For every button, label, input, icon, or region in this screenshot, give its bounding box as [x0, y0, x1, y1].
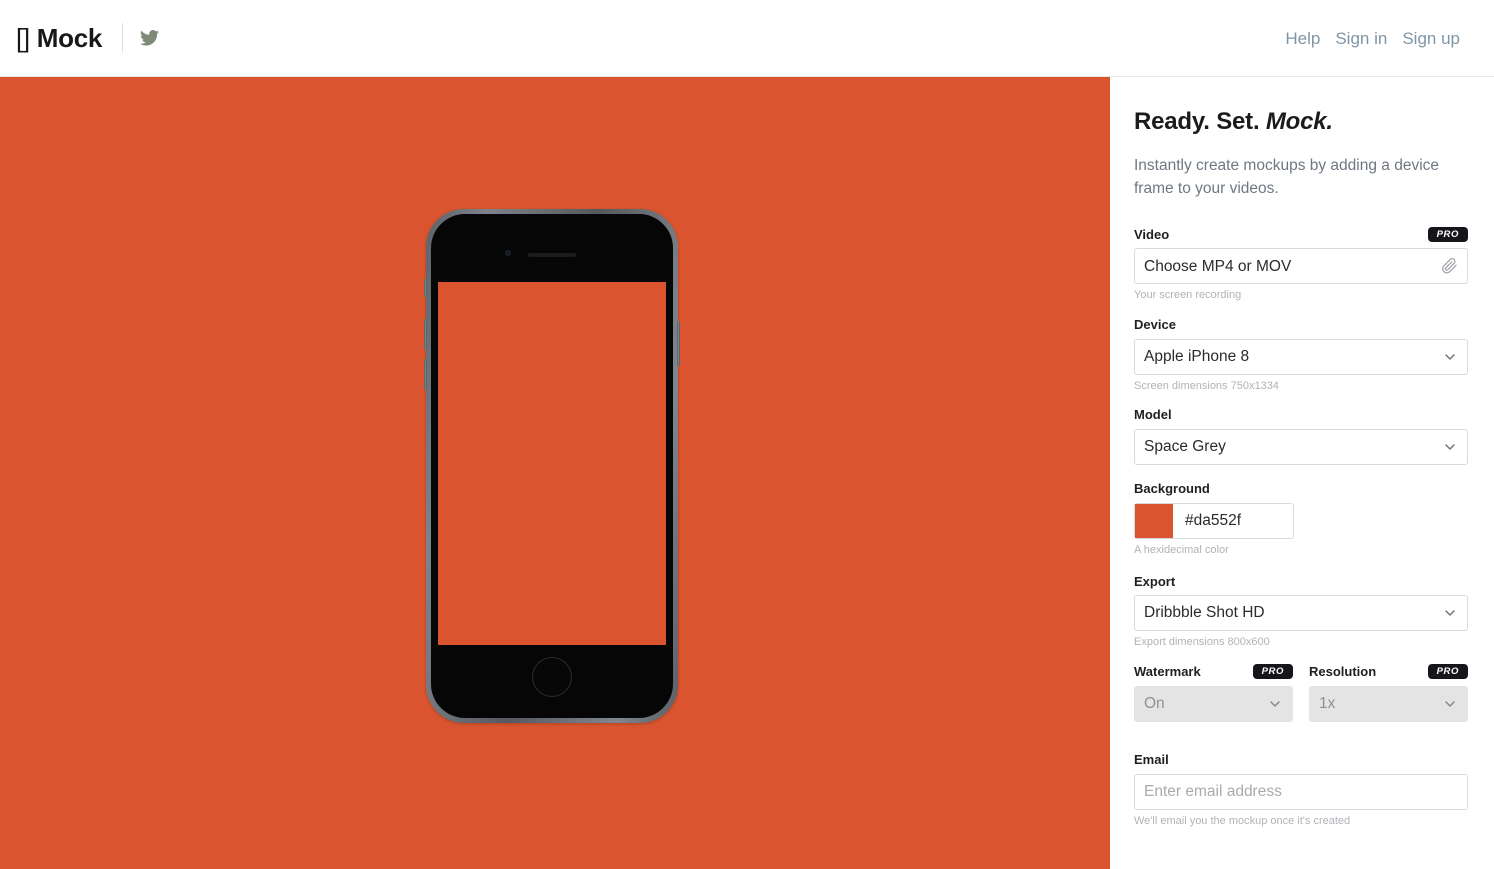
export-select[interactable]: Dribbble Shot HD [1134, 595, 1468, 632]
pro-badge-watermark: PRO [1252, 663, 1293, 680]
device-home-button [532, 657, 572, 697]
video-file-input[interactable]: Choose MP4 or MOV [1134, 248, 1468, 285]
header-divider [122, 23, 124, 53]
field-watermark-label: Watermark [1134, 664, 1201, 680]
field-model-label: Model [1134, 407, 1172, 423]
field-resolution-head: Resolution PRO [1309, 663, 1468, 680]
app-root: [] Mock Help Sign in Sign up Ready. Set.… [0, 0, 1494, 869]
background-color-value: #da552f [1185, 513, 1242, 529]
paperclip-icon[interactable] [1440, 257, 1467, 275]
field-resolution: Resolution PRO 1x [1309, 663, 1468, 722]
background-color-input[interactable]: #da552f [1134, 502, 1294, 539]
field-watermark-head: Watermark PRO [1134, 663, 1293, 680]
resolution-select-value: 1x [1319, 695, 1336, 712]
chevron-down-icon[interactable] [1442, 349, 1467, 365]
chevron-down-icon[interactable] [1442, 605, 1467, 621]
device-earpiece-speaker [528, 253, 576, 257]
chevron-down-icon[interactable] [1442, 696, 1467, 712]
chevron-down-icon[interactable] [1267, 696, 1292, 712]
pro-badge-resolution: PRO [1427, 663, 1468, 680]
field-export-label: Export [1134, 573, 1176, 589]
field-export-helper: Export dimensions 800x600 [1134, 636, 1270, 649]
device-front-camera-icon [505, 250, 511, 256]
field-video-helper: Your screen recording [1134, 289, 1242, 302]
page-title: Ready. Set. Mock. [1134, 108, 1468, 135]
video-file-value: Choose MP4 or MOV [1144, 258, 1292, 275]
pro-badge-video: PRO [1427, 226, 1468, 243]
field-model-head: Model [1134, 407, 1468, 423]
device-power-button [677, 321, 680, 366]
field-video-head: Video PRO [1134, 226, 1468, 243]
device-silent-switch [424, 279, 427, 297]
resolution-select[interactable]: 1x [1309, 685, 1468, 722]
brand[interactable]: [] Mock [16, 23, 160, 53]
mockup-preview-canvas [0, 77, 1110, 869]
field-watermark: Watermark PRO On [1134, 663, 1293, 722]
watermark-resolution-row: Watermark PRO On Resolution PRO 1x [1134, 663, 1468, 736]
field-background: Background #da552f A hexidecimal color [1134, 481, 1468, 557]
twitter-bird-icon[interactable] [140, 30, 160, 46]
watermark-select-value: On [1144, 695, 1165, 712]
field-device-label: Device [1134, 317, 1176, 333]
field-email-label: Email [1134, 752, 1169, 768]
color-swatch[interactable] [1135, 503, 1173, 538]
device-bezel [431, 214, 673, 718]
field-model: Model Space Grey [1134, 407, 1468, 465]
device-select-value: Apple iPhone 8 [1144, 348, 1250, 365]
nav-link-help[interactable]: Help [1285, 30, 1320, 47]
brand-logo[interactable]: [] Mock [16, 25, 102, 51]
field-background-helper: A hexidecimal color [1134, 543, 1229, 556]
device-volume-down-button [424, 359, 427, 390]
field-resolution-label: Resolution [1309, 664, 1377, 680]
field-email-helper: We'll email you the mockup once it's cre… [1134, 814, 1351, 827]
field-export-head: Export [1134, 573, 1468, 589]
brand-name: Mock [36, 23, 103, 53]
model-select[interactable]: Space Grey [1134, 428, 1468, 465]
field-device-helper: Screen dimensions 750x1334 [1134, 379, 1279, 392]
field-background-label: Background [1134, 481, 1210, 497]
site-header: [] Mock Help Sign in Sign up [0, 0, 1494, 77]
model-select-value: Space Grey [1144, 439, 1226, 455]
page-title-italic: Mock. [1265, 108, 1333, 135]
page-title-plain: Ready. Set. [1134, 108, 1266, 135]
device-frame-iphone-8 [424, 209, 680, 723]
export-select-value: Dribbble Shot HD [1144, 605, 1265, 621]
device-select[interactable]: Apple iPhone 8 [1134, 338, 1468, 375]
watermark-select[interactable]: On [1134, 685, 1293, 722]
chevron-down-icon[interactable] [1442, 439, 1467, 455]
nav-link-sign-up[interactable]: Sign up [1402, 30, 1460, 47]
device-screen [438, 282, 666, 645]
field-video: Video PRO Choose MP4 or MOV Your screen … [1134, 226, 1468, 302]
field-export: Export Dribbble Shot HD Export dimension… [1134, 573, 1468, 649]
settings-panel: Ready. Set. Mock. Instantly create mocku… [1110, 77, 1494, 869]
field-device-head: Device [1134, 317, 1468, 333]
field-device: Device Apple iPhone 8 Screen dimensions … [1134, 317, 1468, 393]
field-email-head: Email [1134, 752, 1468, 768]
field-video-label: Video [1134, 226, 1170, 242]
email-field-wrapper[interactable]: Enter email address [1134, 773, 1468, 810]
device-volume-up-button [424, 319, 427, 350]
email-field-placeholder: Enter email address [1144, 783, 1282, 800]
brand-brackets: [] [16, 23, 30, 53]
header-nav: Help Sign in Sign up [1285, 30, 1460, 47]
page-subtitle: Instantly create mockups by adding a dev… [1134, 157, 1440, 197]
field-email: Email Enter email address We'll email yo… [1134, 752, 1468, 828]
nav-link-sign-in[interactable]: Sign in [1335, 30, 1387, 47]
field-background-head: Background [1134, 481, 1468, 497]
page-body: Ready. Set. Mock. Instantly create mocku… [0, 77, 1494, 869]
